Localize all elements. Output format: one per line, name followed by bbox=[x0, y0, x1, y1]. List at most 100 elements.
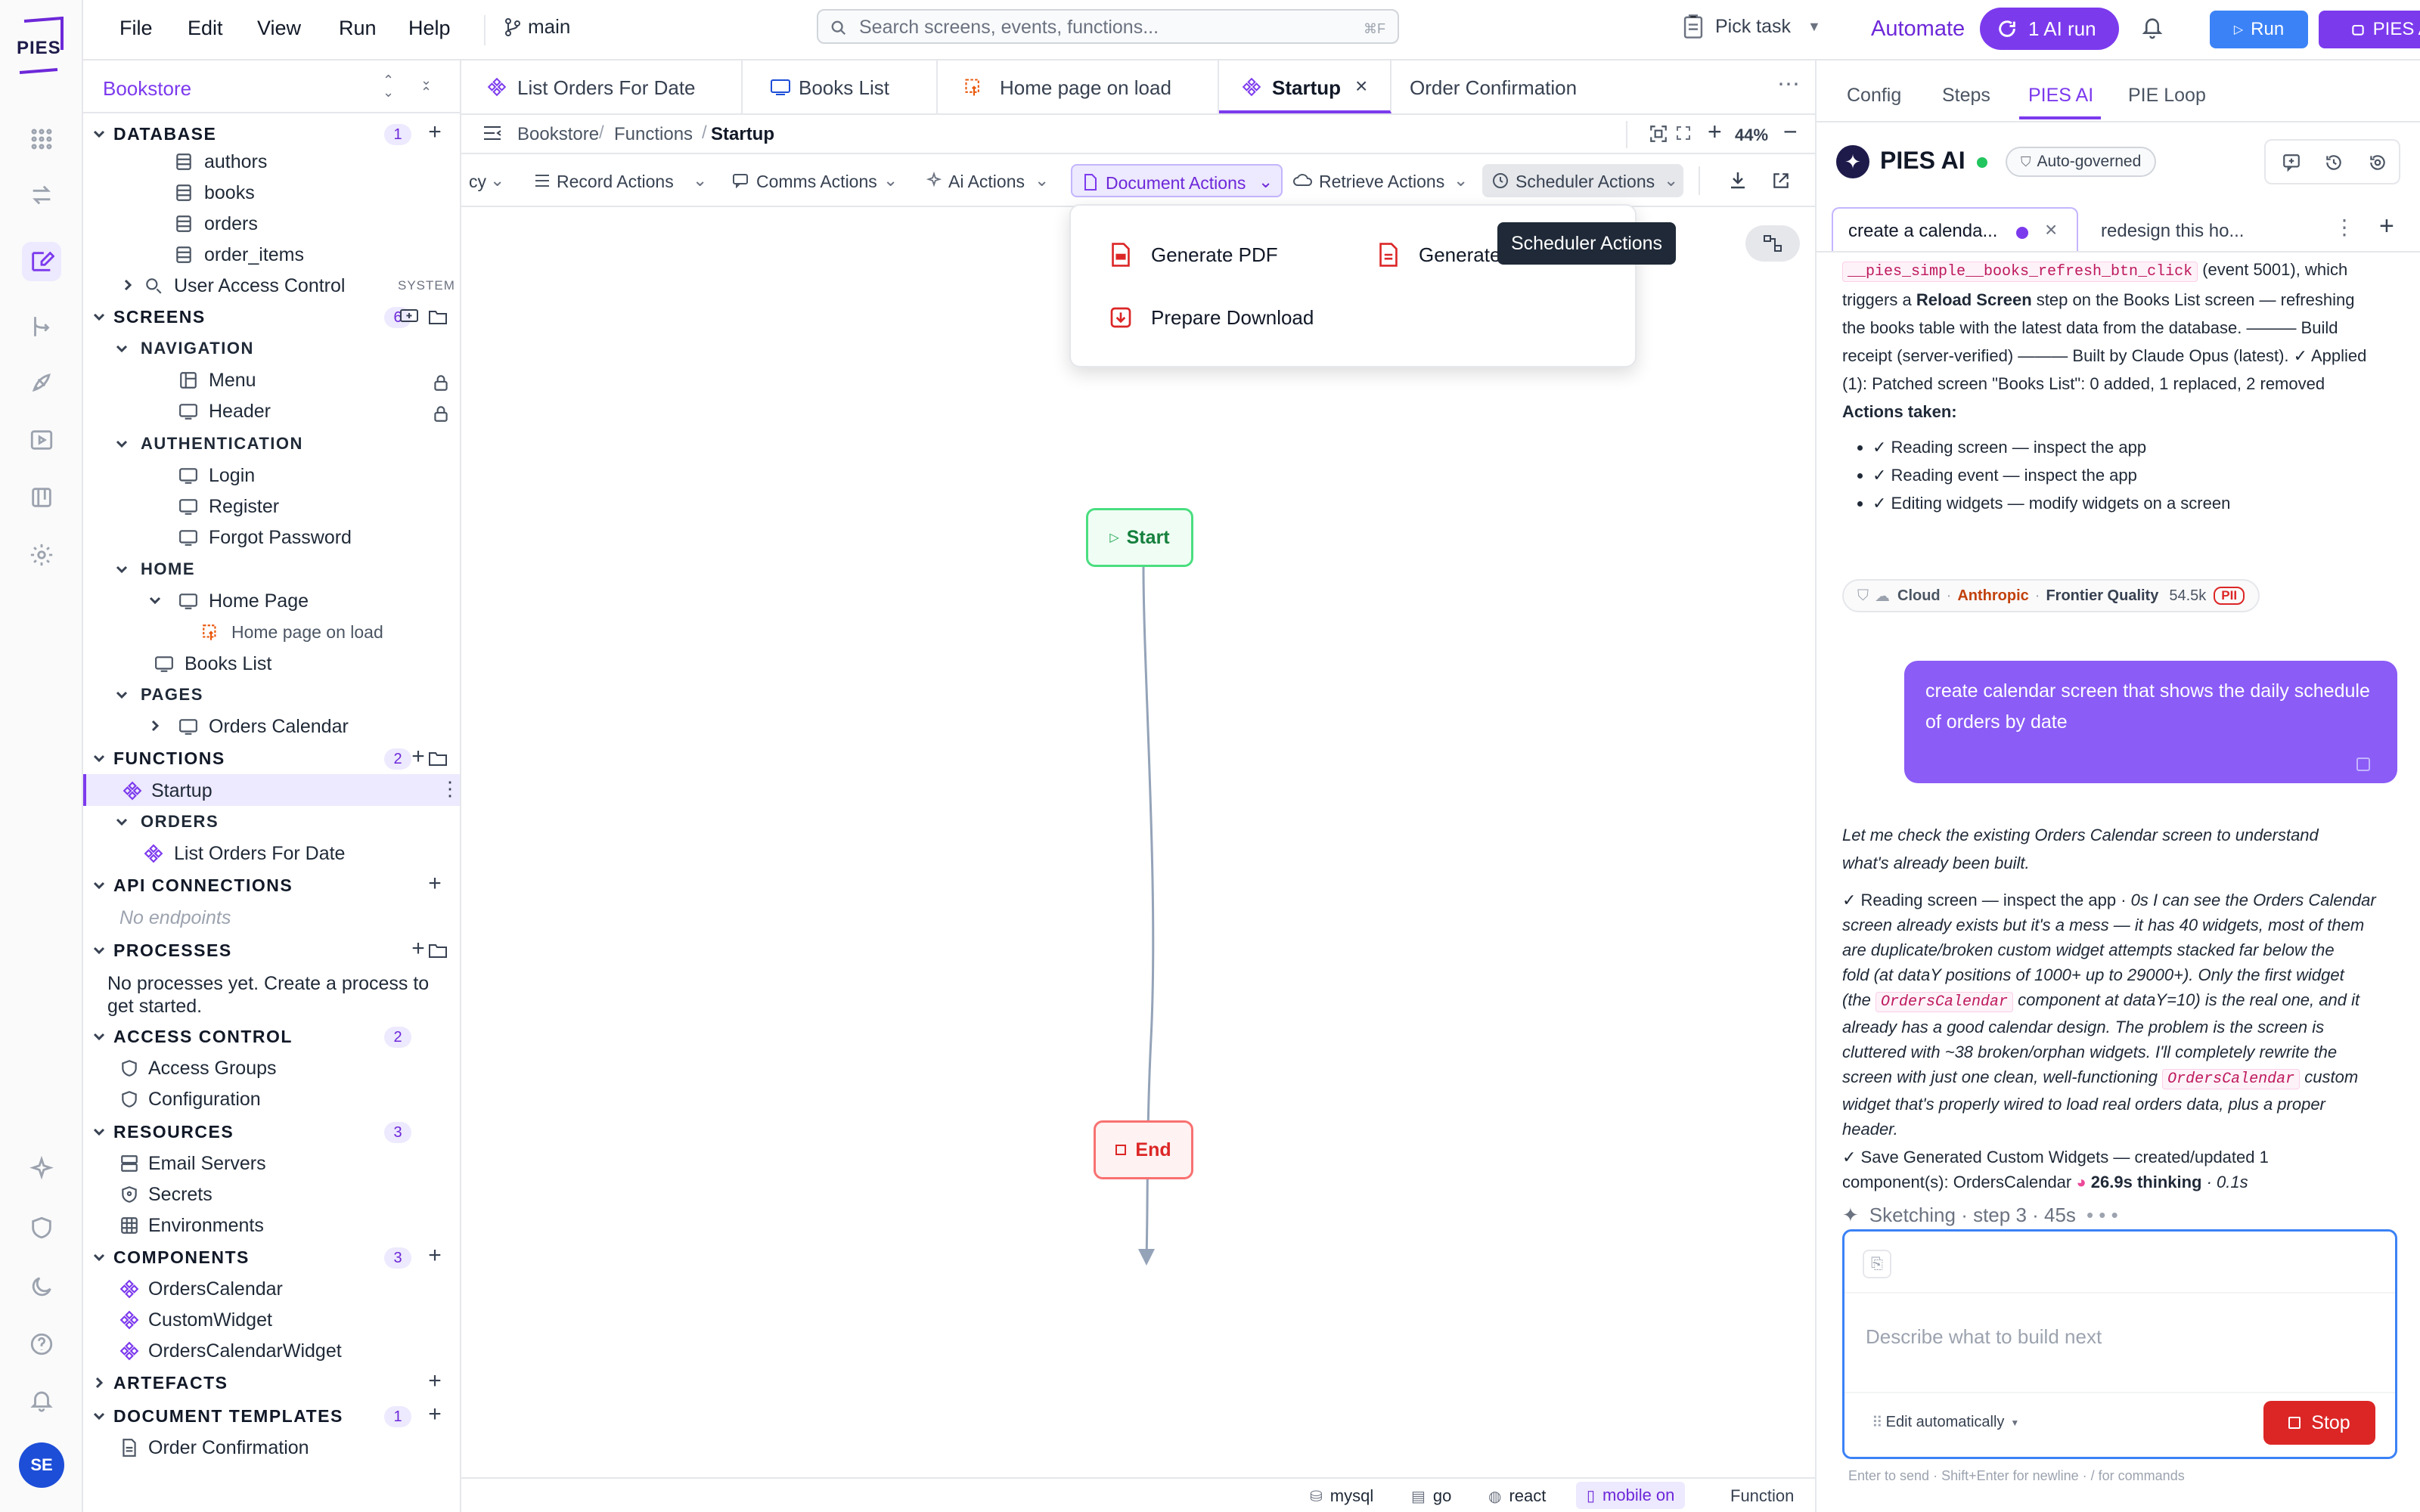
folder-add-icon[interactable] bbox=[428, 942, 448, 959]
gear-icon[interactable] bbox=[22, 535, 61, 575]
section-access-control[interactable]: ACCESS CONTROL 2 bbox=[83, 1021, 460, 1052]
pies-ai-button[interactable]: PIES AI bbox=[2319, 11, 2420, 48]
edit-icon[interactable] bbox=[22, 242, 61, 281]
tab-order-confirmation[interactable]: Order Confirmation bbox=[1392, 60, 1587, 113]
menu-help[interactable]: Help bbox=[408, 17, 451, 40]
copy-icon[interactable] bbox=[2356, 758, 2370, 771]
close-icon[interactable]: × bbox=[1355, 74, 1367, 98]
section-artefacts[interactable]: ARTEFACTS + bbox=[83, 1367, 460, 1399]
add-icon[interactable]: + bbox=[408, 937, 428, 960]
toggle-sidebar-icon[interactable] bbox=[482, 124, 504, 142]
add-icon[interactable]: + bbox=[425, 1244, 445, 1267]
section-components[interactable]: COMPONENTS 3 + bbox=[83, 1241, 460, 1273]
scheduler-actions-menu[interactable]: Scheduler Actions ⌄ bbox=[1482, 164, 1683, 197]
menu-view[interactable]: View bbox=[257, 17, 301, 40]
processes-empty-state[interactable]: No processes yet. Create a process to ge… bbox=[83, 966, 460, 1017]
sparkle-icon[interactable] bbox=[22, 1149, 61, 1188]
tab-steps[interactable]: Steps bbox=[1942, 85, 1990, 107]
chevron-down-icon[interactable] bbox=[115, 815, 129, 829]
api-empty-state[interactable]: No endpoints bbox=[83, 901, 460, 933]
chevron-down-icon[interactable] bbox=[115, 562, 129, 576]
section-processes[interactable]: PROCESSES + bbox=[83, 934, 460, 966]
db-table-order-items[interactable]: order_items bbox=[83, 238, 460, 270]
chevron-down-icon[interactable] bbox=[92, 1030, 106, 1043]
chevron-down-icon[interactable] bbox=[92, 1125, 106, 1139]
group-home[interactable]: HOME bbox=[83, 553, 460, 585]
tab-startup[interactable]: Startup × bbox=[1219, 60, 1392, 113]
preview-icon[interactable] bbox=[22, 420, 61, 460]
automate-button[interactable]: Automate bbox=[1871, 17, 1965, 42]
flow-canvas[interactable]: ▷ Start End bbox=[461, 207, 1815, 1477]
db-table-orders[interactable]: orders bbox=[83, 207, 460, 239]
collapse-icon[interactable]: ⌄ ⌃ bbox=[420, 73, 432, 99]
function-list-orders-for-date[interactable]: List Orders For Date bbox=[83, 837, 460, 869]
mobile-toggle[interactable]: ▯ mobile on bbox=[1576, 1482, 1686, 1509]
breadcrumb-section[interactable]: Functions bbox=[614, 124, 693, 145]
avatar[interactable]: SE bbox=[19, 1442, 64, 1488]
chevron-down-icon[interactable] bbox=[115, 342, 129, 355]
comms-actions-menu[interactable]: Comms Actions ⌄ bbox=[732, 164, 906, 197]
generate-option[interactable]: Generate bbox=[1376, 242, 1500, 268]
component-orders-calendar[interactable]: OrdersCalendar bbox=[83, 1272, 460, 1304]
project-selector[interactable]: Bookstore ⌃ ⌄ ⌄ ⌃ bbox=[83, 60, 460, 113]
chevron-down-icon[interactable] bbox=[92, 751, 106, 765]
expand-icon[interactable] bbox=[1674, 124, 1692, 142]
chevron-right-icon[interactable] bbox=[121, 278, 135, 292]
db-table-authors[interactable]: authors bbox=[83, 145, 460, 177]
chevron-down-icon[interactable] bbox=[92, 1250, 106, 1264]
screen-menu[interactable]: Menu bbox=[83, 364, 460, 395]
component-orders-calendar-widget[interactable]: OrdersCalendarWidget bbox=[83, 1334, 460, 1366]
action-category-truncated[interactable]: cy ⌄ bbox=[469, 164, 514, 197]
fit-view-icon[interactable] bbox=[1649, 124, 1668, 144]
group-navigation[interactable]: NAVIGATION bbox=[83, 333, 460, 364]
screen-register[interactable]: Register bbox=[83, 490, 460, 522]
add-screen-icon[interactable] bbox=[399, 308, 419, 326]
screen-home-page[interactable]: Home Page bbox=[83, 584, 460, 616]
generate-pdf-option[interactable]: Generate PDF bbox=[1109, 242, 1278, 268]
close-icon[interactable]: × bbox=[2045, 218, 2057, 242]
menu-edit[interactable]: Edit bbox=[188, 17, 223, 40]
start-node[interactable]: ▷ Start bbox=[1086, 508, 1193, 567]
chevron-down-icon[interactable] bbox=[92, 127, 106, 141]
pick-task-button[interactable]: Pick task ▼ bbox=[1682, 14, 1821, 39]
swap-arrows-icon[interactable] bbox=[22, 175, 61, 215]
end-node[interactable]: End bbox=[1094, 1120, 1193, 1179]
tab-books-list[interactable]: Books List bbox=[743, 60, 938, 113]
chevron-down-icon[interactable] bbox=[92, 878, 106, 892]
run-button[interactable]: ▷ Run bbox=[2210, 11, 2308, 48]
reset-icon[interactable] bbox=[2367, 153, 2388, 172]
more-tabs-icon[interactable]: ⋯ bbox=[1777, 71, 1800, 98]
group-authentication[interactable]: AUTHENTICATION bbox=[83, 428, 460, 460]
group-orders[interactable]: ORDERS bbox=[83, 806, 460, 838]
folder-add-icon[interactable] bbox=[428, 750, 448, 767]
folder-add-icon[interactable] bbox=[428, 308, 448, 325]
user-access-control[interactable]: User Access Control SYSTEM bbox=[83, 269, 460, 301]
menu-run[interactable]: Run bbox=[339, 17, 377, 40]
function-startup[interactable]: Startup ⋮ bbox=[83, 774, 460, 806]
stop-button[interactable]: Stop bbox=[2263, 1401, 2375, 1445]
add-icon[interactable]: + bbox=[408, 745, 428, 768]
screen-books-list[interactable]: Books List bbox=[83, 647, 460, 679]
prepare-download-option[interactable]: Prepare Download bbox=[1109, 305, 1314, 330]
record-actions-menu[interactable]: Record Actions ⌄ bbox=[534, 164, 717, 197]
resource-email-servers[interactable]: Email Servers bbox=[83, 1147, 460, 1179]
search-box[interactable]: Search screens, events, functions... ⌘F bbox=[817, 9, 1399, 44]
breadcrumb-project[interactable]: Bookstore bbox=[517, 124, 599, 145]
tab-pie-loop[interactable]: PIE Loop bbox=[2128, 85, 2206, 107]
zoom-out-icon[interactable]: − bbox=[1783, 118, 1798, 146]
add-icon[interactable]: + bbox=[425, 872, 445, 895]
edit-mode-selector[interactable]: ⠿ Edit automatically ▼ bbox=[1872, 1413, 2019, 1432]
new-chat-icon[interactable] bbox=[2281, 153, 2302, 172]
chat-tab-2[interactable]: redesign this ho... bbox=[2101, 221, 2244, 242]
minimap-toggle-icon[interactable] bbox=[1745, 225, 1800, 262]
ai-actions-menu[interactable]: Ai Actions ⌄ bbox=[926, 164, 1054, 197]
event-home-page-on-load[interactable]: Home page on load bbox=[83, 616, 460, 648]
document-actions-menu[interactable]: Document Actions ⌄ bbox=[1071, 164, 1283, 197]
notification-bell-icon[interactable] bbox=[2140, 14, 2164, 41]
chevron-down-icon[interactable] bbox=[148, 593, 162, 607]
download-icon[interactable] bbox=[1729, 171, 1747, 191]
component-custom-widget[interactable]: CustomWidget bbox=[83, 1303, 460, 1335]
section-resources[interactable]: RESOURCES 3 bbox=[83, 1116, 460, 1148]
resource-secrets[interactable]: Secrets bbox=[83, 1178, 460, 1210]
kebab-menu-icon[interactable]: ⋮ bbox=[2334, 215, 2355, 240]
